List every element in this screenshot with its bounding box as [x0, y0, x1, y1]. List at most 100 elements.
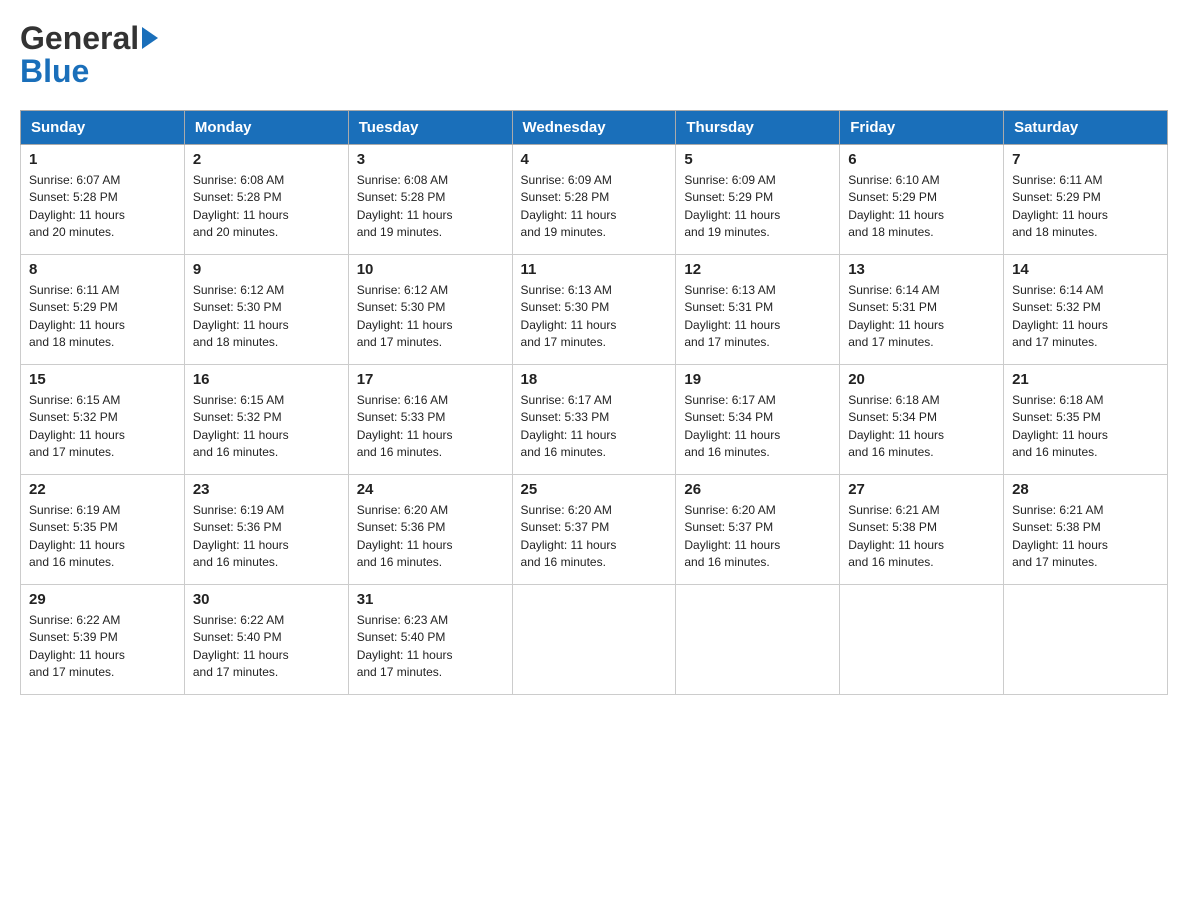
day-number: 9	[193, 261, 340, 278]
calendar-cell: 14 Sunrise: 6:14 AMSunset: 5:32 PMDaylig…	[1004, 255, 1168, 365]
day-number: 6	[848, 151, 995, 168]
cell-info: Sunrise: 6:16 AMSunset: 5:33 PMDaylight:…	[357, 393, 453, 459]
day-number: 8	[29, 261, 176, 278]
cell-info: Sunrise: 6:08 AMSunset: 5:28 PMDaylight:…	[357, 173, 453, 239]
cell-info: Sunrise: 6:11 AMSunset: 5:29 PMDaylight:…	[1012, 173, 1108, 239]
cell-info: Sunrise: 6:10 AMSunset: 5:29 PMDaylight:…	[848, 173, 944, 239]
cell-info: Sunrise: 6:21 AMSunset: 5:38 PMDaylight:…	[1012, 503, 1108, 569]
day-number: 20	[848, 371, 995, 388]
cell-info: Sunrise: 6:11 AMSunset: 5:29 PMDaylight:…	[29, 283, 125, 349]
day-number: 23	[193, 481, 340, 498]
calendar-cell	[512, 585, 676, 695]
logo-arrow-icon	[142, 27, 158, 49]
logo-line1: General	[20, 20, 158, 57]
day-number: 18	[521, 371, 668, 388]
calendar-cell: 22 Sunrise: 6:19 AMSunset: 5:35 PMDaylig…	[21, 475, 185, 585]
calendar-cell: 6 Sunrise: 6:10 AMSunset: 5:29 PMDayligh…	[840, 145, 1004, 255]
cell-info: Sunrise: 6:21 AMSunset: 5:38 PMDaylight:…	[848, 503, 944, 569]
calendar-cell: 8 Sunrise: 6:11 AMSunset: 5:29 PMDayligh…	[21, 255, 185, 365]
day-number: 15	[29, 371, 176, 388]
day-number: 16	[193, 371, 340, 388]
cell-info: Sunrise: 6:20 AMSunset: 5:37 PMDaylight:…	[521, 503, 617, 569]
day-number: 31	[357, 591, 504, 608]
cell-info: Sunrise: 6:12 AMSunset: 5:30 PMDaylight:…	[193, 283, 289, 349]
day-number: 27	[848, 481, 995, 498]
day-number: 10	[357, 261, 504, 278]
calendar-cell	[676, 585, 840, 695]
calendar-cell: 23 Sunrise: 6:19 AMSunset: 5:36 PMDaylig…	[184, 475, 348, 585]
day-number: 5	[684, 151, 831, 168]
day-number: 1	[29, 151, 176, 168]
cell-info: Sunrise: 6:13 AMSunset: 5:30 PMDaylight:…	[521, 283, 617, 349]
calendar-cell: 10 Sunrise: 6:12 AMSunset: 5:30 PMDaylig…	[348, 255, 512, 365]
day-number: 13	[848, 261, 995, 278]
day-number: 24	[357, 481, 504, 498]
calendar-cell: 20 Sunrise: 6:18 AMSunset: 5:34 PMDaylig…	[840, 365, 1004, 475]
calendar-week-row: 22 Sunrise: 6:19 AMSunset: 5:35 PMDaylig…	[21, 475, 1168, 585]
calendar-week-row: 8 Sunrise: 6:11 AMSunset: 5:29 PMDayligh…	[21, 255, 1168, 365]
day-number: 11	[521, 261, 668, 278]
day-number: 19	[684, 371, 831, 388]
day-number: 22	[29, 481, 176, 498]
cell-info: Sunrise: 6:17 AMSunset: 5:34 PMDaylight:…	[684, 393, 780, 459]
calendar-cell: 9 Sunrise: 6:12 AMSunset: 5:30 PMDayligh…	[184, 255, 348, 365]
calendar-week-row: 15 Sunrise: 6:15 AMSunset: 5:32 PMDaylig…	[21, 365, 1168, 475]
calendar-cell: 12 Sunrise: 6:13 AMSunset: 5:31 PMDaylig…	[676, 255, 840, 365]
calendar-cell: 3 Sunrise: 6:08 AMSunset: 5:28 PMDayligh…	[348, 145, 512, 255]
logo-general-text: General	[20, 20, 139, 57]
page-header: General Blue	[20, 20, 1168, 90]
cell-info: Sunrise: 6:20 AMSunset: 5:37 PMDaylight:…	[684, 503, 780, 569]
logo-blue-text: Blue	[20, 53, 89, 90]
cell-info: Sunrise: 6:09 AMSunset: 5:28 PMDaylight:…	[521, 173, 617, 239]
calendar-cell: 17 Sunrise: 6:16 AMSunset: 5:33 PMDaylig…	[348, 365, 512, 475]
cell-info: Sunrise: 6:23 AMSunset: 5:40 PMDaylight:…	[357, 613, 453, 679]
day-number: 21	[1012, 371, 1159, 388]
calendar-cell: 31 Sunrise: 6:23 AMSunset: 5:40 PMDaylig…	[348, 585, 512, 695]
cell-info: Sunrise: 6:08 AMSunset: 5:28 PMDaylight:…	[193, 173, 289, 239]
cell-info: Sunrise: 6:07 AMSunset: 5:28 PMDaylight:…	[29, 173, 125, 239]
calendar-cell: 21 Sunrise: 6:18 AMSunset: 5:35 PMDaylig…	[1004, 365, 1168, 475]
calendar-cell: 28 Sunrise: 6:21 AMSunset: 5:38 PMDaylig…	[1004, 475, 1168, 585]
calendar-week-row: 29 Sunrise: 6:22 AMSunset: 5:39 PMDaylig…	[21, 585, 1168, 695]
day-number: 26	[684, 481, 831, 498]
calendar-cell: 18 Sunrise: 6:17 AMSunset: 5:33 PMDaylig…	[512, 365, 676, 475]
cell-info: Sunrise: 6:22 AMSunset: 5:39 PMDaylight:…	[29, 613, 125, 679]
day-number: 7	[1012, 151, 1159, 168]
calendar-cell: 4 Sunrise: 6:09 AMSunset: 5:28 PMDayligh…	[512, 145, 676, 255]
calendar-cell: 11 Sunrise: 6:13 AMSunset: 5:30 PMDaylig…	[512, 255, 676, 365]
calendar-cell: 24 Sunrise: 6:20 AMSunset: 5:36 PMDaylig…	[348, 475, 512, 585]
cell-info: Sunrise: 6:22 AMSunset: 5:40 PMDaylight:…	[193, 613, 289, 679]
calendar-cell: 15 Sunrise: 6:15 AMSunset: 5:32 PMDaylig…	[21, 365, 185, 475]
calendar-cell: 26 Sunrise: 6:20 AMSunset: 5:37 PMDaylig…	[676, 475, 840, 585]
calendar-cell: 27 Sunrise: 6:21 AMSunset: 5:38 PMDaylig…	[840, 475, 1004, 585]
cell-info: Sunrise: 6:15 AMSunset: 5:32 PMDaylight:…	[193, 393, 289, 459]
weekday-header-tuesday: Tuesday	[348, 111, 512, 145]
weekday-header-thursday: Thursday	[676, 111, 840, 145]
calendar-cell: 7 Sunrise: 6:11 AMSunset: 5:29 PMDayligh…	[1004, 145, 1168, 255]
cell-info: Sunrise: 6:12 AMSunset: 5:30 PMDaylight:…	[357, 283, 453, 349]
cell-info: Sunrise: 6:13 AMSunset: 5:31 PMDaylight:…	[684, 283, 780, 349]
calendar-cell	[1004, 585, 1168, 695]
weekday-header-saturday: Saturday	[1004, 111, 1168, 145]
cell-info: Sunrise: 6:17 AMSunset: 5:33 PMDaylight:…	[521, 393, 617, 459]
calendar-cell: 5 Sunrise: 6:09 AMSunset: 5:29 PMDayligh…	[676, 145, 840, 255]
weekday-header-row: SundayMondayTuesdayWednesdayThursdayFrid…	[21, 111, 1168, 145]
day-number: 25	[521, 481, 668, 498]
day-number: 12	[684, 261, 831, 278]
weekday-header-friday: Friday	[840, 111, 1004, 145]
calendar-cell: 16 Sunrise: 6:15 AMSunset: 5:32 PMDaylig…	[184, 365, 348, 475]
cell-info: Sunrise: 6:14 AMSunset: 5:31 PMDaylight:…	[848, 283, 944, 349]
calendar-cell: 19 Sunrise: 6:17 AMSunset: 5:34 PMDaylig…	[676, 365, 840, 475]
day-number: 2	[193, 151, 340, 168]
cell-info: Sunrise: 6:09 AMSunset: 5:29 PMDaylight:…	[684, 173, 780, 239]
day-number: 29	[29, 591, 176, 608]
calendar-cell: 25 Sunrise: 6:20 AMSunset: 5:37 PMDaylig…	[512, 475, 676, 585]
logo: General Blue	[20, 20, 158, 90]
cell-info: Sunrise: 6:18 AMSunset: 5:34 PMDaylight:…	[848, 393, 944, 459]
calendar-cell: 2 Sunrise: 6:08 AMSunset: 5:28 PMDayligh…	[184, 145, 348, 255]
day-number: 17	[357, 371, 504, 388]
cell-info: Sunrise: 6:14 AMSunset: 5:32 PMDaylight:…	[1012, 283, 1108, 349]
weekday-header-wednesday: Wednesday	[512, 111, 676, 145]
cell-info: Sunrise: 6:20 AMSunset: 5:36 PMDaylight:…	[357, 503, 453, 569]
calendar-cell: 30 Sunrise: 6:22 AMSunset: 5:40 PMDaylig…	[184, 585, 348, 695]
